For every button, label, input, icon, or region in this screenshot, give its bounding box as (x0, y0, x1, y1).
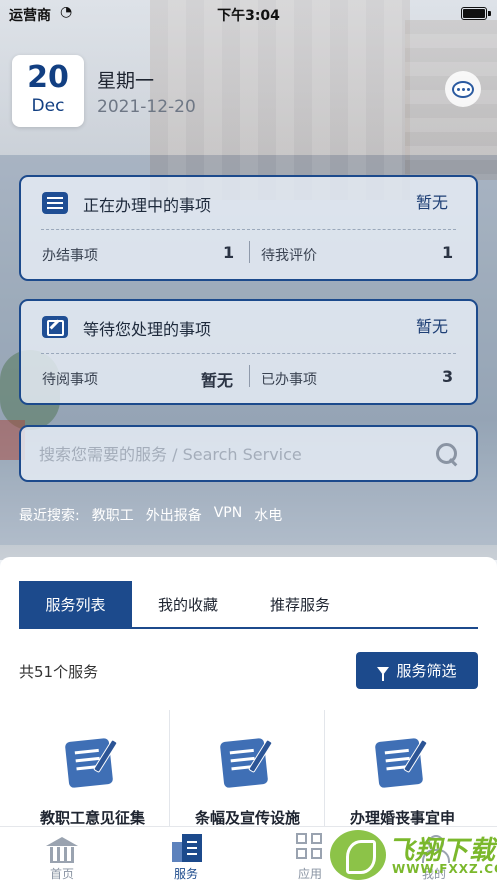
battery-icon (461, 7, 487, 20)
date-day: 20 (27, 60, 69, 95)
card-status[interactable]: 暂无 (416, 313, 448, 337)
service-item[interactable]: 教职工意见征集 (15, 710, 170, 830)
service-panel: 服务列表 我的收藏 推荐服务 共51个服务 服务筛选 教职工意见征集 条幅及宣传… (0, 557, 497, 830)
watermark: 飞翔下载 WWW.FXXZ.COM (330, 826, 497, 883)
recent-item[interactable]: VPN (214, 505, 243, 525)
card-title: 等待您处理的事项 (83, 320, 212, 339)
date-badge: 20 Dec (12, 55, 84, 127)
apps-grid-icon (296, 833, 324, 861)
divider (41, 229, 456, 230)
recent-item[interactable]: 教职工 (92, 505, 134, 525)
edit-icon (42, 316, 68, 338)
service-item[interactable]: 条幅及宣传设施 (170, 710, 325, 830)
service-grid: 教职工意见征集 条幅及宣传设施 办理婚丧事宜申 (15, 710, 482, 830)
search-icon[interactable] (436, 443, 460, 467)
service-count: 共51个服务 (19, 663, 99, 681)
filter-icon (377, 666, 390, 681)
tab-recommended[interactable]: 推荐服务 (244, 581, 356, 627)
filter-label: 服务筛选 (396, 662, 457, 680)
message-button[interactable] (445, 71, 481, 107)
document-icon (374, 737, 424, 789)
to-read-count[interactable]: 暂无 (201, 367, 233, 391)
watermark-logo-icon (330, 830, 386, 880)
tab-service-list[interactable]: 服务列表 (19, 581, 132, 627)
clock: 下午3:04 (217, 8, 280, 24)
nav-home[interactable]: 首页 (0, 827, 124, 883)
services-icon (172, 834, 202, 862)
nav-label: 服务 (173, 867, 198, 881)
done-label[interactable]: 已办事项 (261, 369, 317, 389)
tab-favorites[interactable]: 我的收藏 (132, 581, 244, 627)
to-evaluate-count[interactable]: 1 (442, 243, 453, 262)
card-title: 正在办理中的事项 (83, 196, 212, 215)
home-icon (46, 837, 78, 863)
recent-item[interactable]: 水电 (254, 505, 282, 525)
recent-item[interactable]: 外出报备 (146, 505, 202, 525)
watermark-url: WWW.FXXZ.COM (392, 862, 497, 876)
search-input[interactable] (39, 441, 419, 467)
filter-button[interactable]: 服务筛选 (356, 652, 478, 689)
completed-count[interactable]: 1 (223, 243, 234, 262)
nav-label: 首页 (49, 867, 74, 881)
completed-label[interactable]: 办结事项 (42, 245, 98, 265)
card-status[interactable]: 暂无 (416, 189, 448, 213)
weekday: 星期一 (97, 70, 155, 92)
in-progress-card[interactable]: 正在办理中的事项 暂无 办结事项 1 待我评价 1 (19, 175, 478, 281)
pending-card[interactable]: 等待您处理的事项 暂无 待阅事项 暂无 已办事项 3 (19, 299, 478, 405)
service-label: 教职工意见征集 (39, 809, 145, 827)
list-icon (42, 192, 68, 214)
done-count[interactable]: 3 (442, 367, 453, 386)
date-month: Dec (31, 96, 65, 116)
full-date: 2021-12-20 (97, 97, 196, 117)
document-icon (64, 737, 114, 789)
status-bar: 运营商 ◔ 下午3:04 (0, 0, 497, 28)
divider (41, 353, 456, 354)
document-icon (219, 737, 269, 789)
service-item[interactable]: 办理婚丧事宜申 (325, 710, 480, 830)
to-evaluate-label[interactable]: 待我评价 (261, 245, 317, 265)
service-label: 办理婚丧事宜申 (349, 809, 455, 827)
recent-searches: 最近搜索: 教职工 外出报备 VPN 水电 (19, 505, 282, 525)
service-label: 条幅及宣传设施 (194, 809, 300, 827)
nav-services[interactable]: 服务 (124, 827, 248, 883)
recent-label: 最近搜索: (19, 508, 80, 524)
to-read-label[interactable]: 待阅事项 (42, 369, 98, 389)
chat-icon (452, 80, 474, 98)
service-tabs: 服务列表 我的收藏 推荐服务 (19, 581, 478, 629)
search-bar[interactable] (19, 425, 478, 482)
